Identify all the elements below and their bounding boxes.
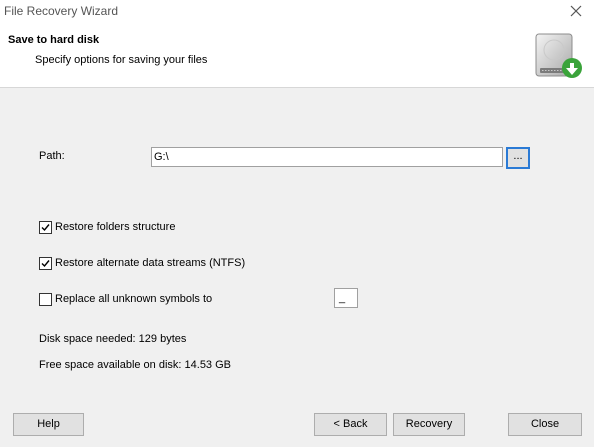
title-bar: File Recovery Wizard (0, 0, 594, 24)
replace-symbols-option[interactable]: Replace all unknown symbols to (39, 292, 212, 306)
hard-disk-icon (530, 32, 586, 84)
help-button[interactable]: Help (13, 413, 84, 436)
recovery-button[interactable]: Recovery (393, 413, 465, 436)
page-title: Save to hard disk (8, 34, 100, 46)
close-window-icon[interactable] (568, 3, 584, 19)
restore-streams-label: Restore alternate data streams (NTFS) (55, 257, 246, 269)
window-title: File Recovery Wizard (4, 4, 119, 18)
wizard-header: Save to hard disk Specify options for sa… (0, 24, 594, 88)
restore-folders-option[interactable]: Restore folders structure (39, 220, 175, 234)
restore-folders-label: Restore folders structure (55, 221, 176, 233)
restore-folders-checkbox[interactable] (39, 220, 52, 234)
replace-symbol-input[interactable]: _ (334, 288, 358, 308)
restore-streams-checkbox[interactable] (39, 256, 52, 270)
page-subtitle: Specify options for saving your files (35, 54, 208, 66)
replace-symbols-checkbox[interactable] (39, 292, 52, 306)
restore-streams-option[interactable]: Restore alternate data streams (NTFS) (39, 256, 245, 270)
path-label: Path: (39, 150, 65, 162)
disk-space-needed: Disk space needed: 129 bytes (39, 333, 187, 345)
browse-button[interactable]: ... (506, 147, 530, 169)
close-button[interactable]: Close (508, 413, 582, 436)
replace-symbols-label: Replace all unknown symbols to (55, 293, 213, 305)
path-field[interactable]: G:\ (151, 147, 503, 167)
free-space-available: Free space available on disk: 14.53 GB (39, 359, 232, 371)
back-button[interactable]: < Back (314, 413, 387, 436)
